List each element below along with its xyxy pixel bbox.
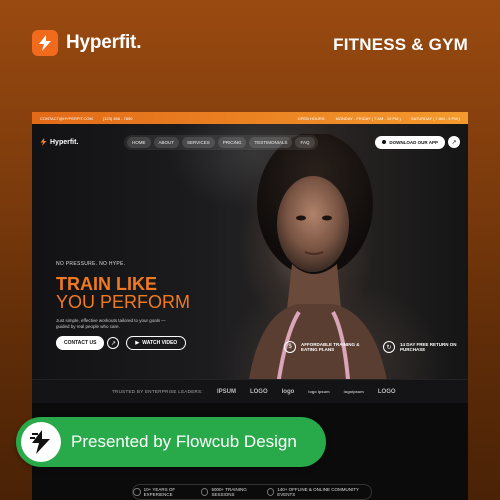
contact-us-button[interactable]: CONTACT US bbox=[56, 336, 105, 351]
nav-item-services[interactable]: SERVICES bbox=[182, 136, 215, 148]
brand-name: Hyperfit. bbox=[66, 32, 142, 53]
watch-video-button[interactable]: ▶ WATCH VIDEO bbox=[126, 336, 187, 351]
stat-item: 10+ YEARS OF EXPERIENCE bbox=[133, 487, 201, 497]
bolt-icon bbox=[32, 30, 58, 56]
nav-item-home[interactable]: HOME bbox=[127, 136, 151, 148]
top-info-bar: CONTACT@HYPERFIT.COM (123) 456 - 7890 OP… bbox=[32, 112, 468, 124]
hero-subcopy: Just simple, effective workouts tailored… bbox=[56, 317, 166, 329]
hero-cta-row: CONTACT US ↗ ▶ WATCH VIDEO bbox=[56, 336, 190, 351]
partner-logo: LOGO bbox=[249, 388, 268, 395]
flowcub-logo-icon bbox=[21, 422, 61, 462]
presented-by-badge: Presented by Flowcub Design bbox=[16, 417, 326, 467]
partner-logo: logo bbox=[281, 388, 295, 395]
contact-email[interactable]: CONTACT@HYPERFIT.COM bbox=[40, 116, 93, 121]
site-navbar: Hyperfit. HOME ABOUT SERVICES PRICING TE… bbox=[32, 134, 468, 150]
trophy-icon bbox=[133, 488, 141, 496]
brand-tagline: FITNESS & GYM bbox=[333, 35, 468, 54]
hero-headline-line-1: TRAIN LIKE bbox=[56, 274, 157, 294]
feature-item: ↻ 14 DAY FREE RETURN ON PURCHASE bbox=[383, 341, 462, 353]
contact-phone[interactable]: (123) 456 - 7890 bbox=[103, 116, 133, 121]
refresh-icon: ↻ bbox=[383, 341, 395, 353]
nav-menu: HOME ABOUT SERVICES PRICING TESTIMONIALS… bbox=[124, 134, 318, 150]
watch-video-label: WATCH VIDEO bbox=[142, 340, 178, 347]
nav-item-faq[interactable]: FAQ bbox=[295, 136, 315, 148]
hero-eyebrow: NO PRESSURE. NO HYPE. bbox=[56, 261, 126, 267]
hours-label: OPEN HOURS: bbox=[297, 115, 326, 121]
record-icon bbox=[382, 140, 387, 144]
nav-cta: DOWNLOAD OUR APP ↗ bbox=[375, 135, 460, 149]
hours-weekday: MONDAY - FRIDAY ( 7 AM - 10 PM ) bbox=[335, 115, 401, 121]
trusted-by-bar: TRUSTED BY ENTERPRISE LEADERS: IPSUM LOG… bbox=[32, 379, 468, 403]
stat-item: 5000+ TRAINING SESSIONS bbox=[200, 487, 267, 497]
athlete-image bbox=[247, 134, 389, 392]
nav-item-pricing[interactable]: PRICING bbox=[217, 136, 247, 148]
arrow-up-right-icon[interactable]: ↗ bbox=[448, 136, 460, 148]
partner-logo: logo ipsum bbox=[308, 389, 330, 394]
stat-label: 140+ OFFLINE & ONLINE COMMUNITY EVENTS bbox=[277, 487, 359, 497]
trusted-label: TRUSTED BY ENTERPRISE LEADERS: bbox=[112, 389, 203, 394]
play-icon: ▶ bbox=[135, 340, 140, 347]
stat-label: 5000+ TRAINING SESSIONS bbox=[211, 487, 247, 497]
hero-headline-line-2: YOU PERFORM bbox=[56, 292, 191, 312]
stats-bar: 10+ YEARS OF EXPERIENCE 5000+ TRAINING S… bbox=[132, 484, 372, 500]
download-app-label: DOWNLOAD OUR APP bbox=[389, 139, 438, 145]
nav-item-testimonials[interactable]: TESTIMONIALS bbox=[249, 136, 293, 148]
dumbbell-icon bbox=[200, 488, 209, 496]
arrow-up-right-icon[interactable]: ↗ bbox=[107, 337, 120, 350]
hours-weekend: SATURDAY ( 7 AM - 9 PM ) bbox=[410, 115, 460, 121]
stat-label: 10+ YEARS OF EXPERIENCE bbox=[143, 487, 176, 497]
dollar-icon: $ bbox=[284, 341, 296, 353]
feature-list: $ AFFORDABLE TRAINING & EATING PLANS ↻ 1… bbox=[284, 341, 462, 353]
hero-copy: NO PRESSURE. NO HYPE. TRAIN LIKE YOU PER… bbox=[56, 261, 191, 351]
presented-by-text: Presented by Flowcub Design bbox=[71, 432, 297, 451]
partner-logo: IPSUM bbox=[216, 388, 236, 395]
download-app-button[interactable]: DOWNLOAD OUR APP bbox=[375, 135, 445, 149]
partner-logo: logoipsum bbox=[343, 389, 364, 394]
feature-text: AFFORDABLE TRAINING & EATING PLANS bbox=[301, 341, 360, 352]
feature-item: $ AFFORDABLE TRAINING & EATING PLANS bbox=[284, 341, 363, 353]
brand-header: Hyperfit. bbox=[32, 30, 141, 56]
site-logo-text: Hyperfit. bbox=[50, 138, 79, 146]
feature-text: 14 DAY FREE RETURN ON PURCHASE bbox=[400, 341, 457, 352]
site-logo[interactable]: Hyperfit. bbox=[40, 138, 78, 146]
hero-section: Hyperfit. HOME ABOUT SERVICES PRICING TE… bbox=[32, 124, 468, 403]
partner-logo: LOGO bbox=[377, 388, 396, 395]
community-icon bbox=[266, 488, 275, 496]
bolt-icon bbox=[40, 138, 47, 146]
stat-item: 140+ OFFLINE & ONLINE COMMUNITY EVENTS bbox=[266, 487, 371, 497]
nav-item-about[interactable]: ABOUT bbox=[153, 136, 180, 148]
